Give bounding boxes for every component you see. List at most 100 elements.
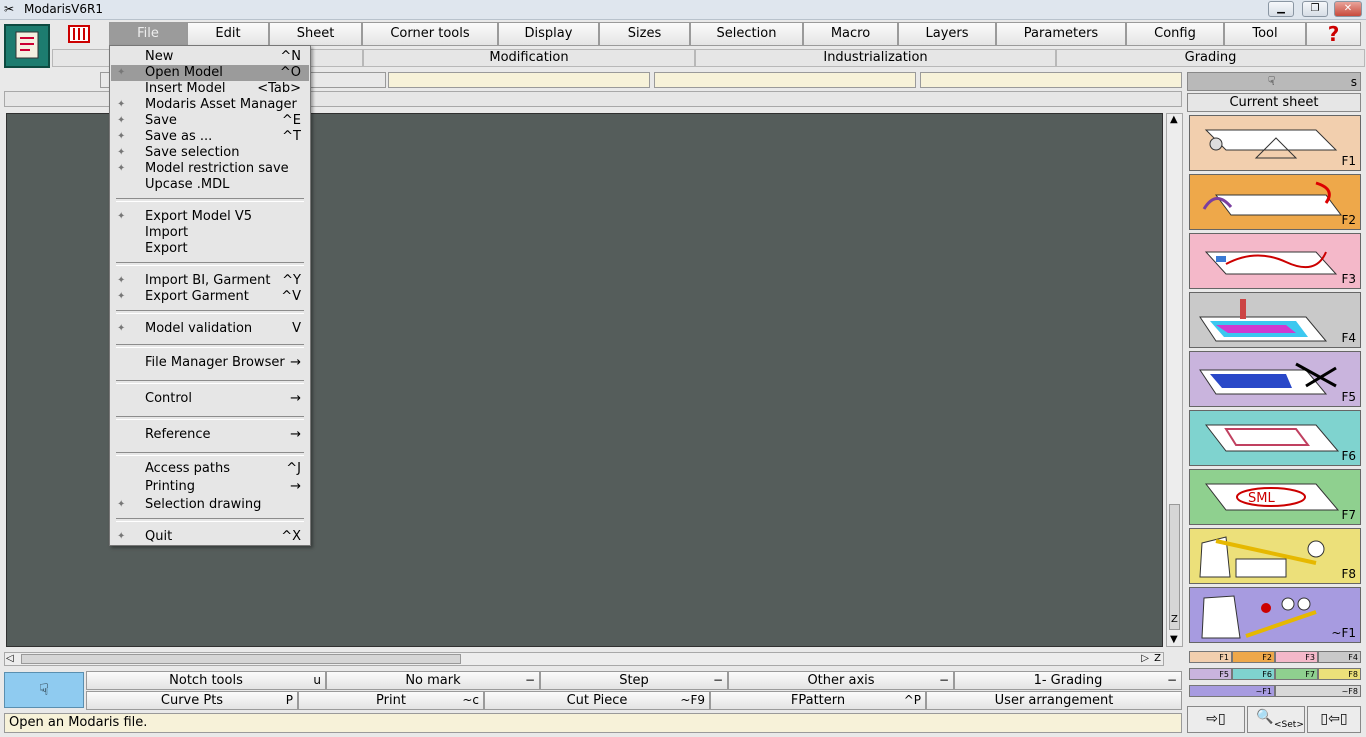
menu-config[interactable]: Config — [1126, 22, 1224, 46]
scroll-up-icon[interactable]: ▲ — [1170, 114, 1178, 125]
status-bar: Open an Modaris file. — [4, 713, 1182, 733]
mini-f6[interactable]: F6 — [1232, 668, 1275, 680]
step-button[interactable]: Step − — [540, 671, 728, 690]
menu-layers[interactable]: Layers — [898, 22, 996, 46]
tab-modification[interactable]: Modification — [363, 49, 695, 67]
menu-item-export-model-v5[interactable]: ✦ Export Model V5 — [111, 209, 309, 225]
menu-sheet[interactable]: Sheet — [269, 22, 362, 46]
modaris-logo — [4, 24, 50, 68]
notch-tools-button[interactable]: Notch tools u — [86, 671, 326, 690]
menu-item-quit[interactable]: ✦ Quit ^X — [111, 529, 309, 545]
other-axis-button[interactable]: Other axis − — [728, 671, 954, 690]
tile-f3[interactable]: F3 — [1189, 233, 1361, 289]
menu-item-import-bi-garment[interactable]: ✦ Import BI, Garment ^Y — [111, 273, 309, 289]
menu-edit[interactable]: Edit — [187, 22, 269, 46]
minimize-button[interactable]: ▁ — [1268, 1, 1294, 17]
title-bar: ✂ ModarisV6R1 ▁ ❐ ✕ — [0, 0, 1366, 20]
menu-item-file-manager-browser[interactable]: File Manager Browser → — [111, 355, 309, 371]
field-3[interactable] — [654, 72, 916, 88]
menu-parameters[interactable]: Parameters — [996, 22, 1126, 46]
menu-item-insert-model[interactable]: Insert Model <Tab> — [111, 81, 309, 97]
mini-f4[interactable]: F4 — [1318, 651, 1361, 663]
menu-tool[interactable]: Tool — [1224, 22, 1306, 46]
print-button[interactable]: Print ~c — [298, 691, 484, 710]
mini-tf1[interactable]: ~F1 — [1189, 685, 1275, 697]
tab-grading[interactable]: Grading — [1056, 49, 1365, 67]
scroll-right-icon[interactable]: ▷ — [1141, 653, 1149, 664]
mini-f2[interactable]: F2 — [1232, 651, 1275, 663]
mini-tf8[interactable]: ~F8 — [1275, 685, 1361, 697]
tile-f7[interactable]: SML F7 — [1189, 469, 1361, 525]
scroll-down-icon[interactable]: ▼ — [1170, 634, 1178, 645]
menu-separator — [116, 344, 304, 348]
close-button[interactable]: ✕ — [1334, 1, 1362, 17]
menu-item-export[interactable]: Export — [111, 241, 309, 257]
menu-separator — [116, 416, 304, 420]
menu-separator — [116, 262, 304, 266]
horizontal-scroll-thumb[interactable] — [21, 654, 461, 664]
vertical-scroll-thumb[interactable] — [1169, 504, 1180, 630]
tile-f6[interactable]: F6 — [1189, 410, 1361, 466]
pointer-tool-button[interactable]: ☟ — [4, 672, 84, 708]
horizontal-scrollbar[interactable]: ◁ ▷ Z — [4, 652, 1164, 666]
magnifier-icon: 🔍 — [1256, 709, 1274, 725]
menu-selection[interactable]: Selection — [690, 22, 803, 46]
grading-sml-icon: SML — [1204, 483, 1340, 511]
menu-item-restriction-save[interactable]: ✦ Model restriction save — [111, 161, 309, 177]
restore-button[interactable]: ❐ — [1302, 1, 1328, 17]
move-right-icon[interactable]: ▯⇦▯ — [1307, 706, 1361, 733]
menu-item-asset-manager[interactable]: ✦ Modaris Asset Manager — [111, 97, 309, 113]
file-menu-dropdown: New ^N ✦ Open Model ^O Insert Model <Tab> ✦ M… — [109, 45, 311, 546]
menu-item-control[interactable]: Control → — [111, 391, 309, 407]
menu-file[interactable]: File — [109, 22, 187, 46]
no-mark-button[interactable]: No mark − — [326, 671, 540, 690]
mini-f5[interactable]: F5 — [1189, 668, 1232, 680]
cut-piece-button[interactable]: Cut Piece ~F9 — [484, 691, 710, 710]
tile-f8[interactable]: F8 — [1189, 528, 1361, 584]
mini-f3[interactable]: F3 — [1275, 651, 1318, 663]
zoom-set-button[interactable]: 🔍 <Set> — [1247, 706, 1305, 733]
menu-item-printing[interactable]: Printing → — [111, 479, 309, 495]
menu-item-new[interactable]: New ^N — [111, 49, 309, 65]
svg-text:SML: SML — [1248, 491, 1275, 506]
tile-f2[interactable]: F2 — [1189, 174, 1361, 230]
user-arrangement-button[interactable]: User arrangement — [926, 691, 1182, 710]
tile-f4[interactable]: F4 — [1189, 292, 1361, 348]
menu-item-selection-drawing[interactable]: ✦ Selection drawing — [111, 497, 309, 513]
library-icon[interactable] — [68, 24, 90, 44]
menu-sizes[interactable]: Sizes — [599, 22, 690, 46]
grading-mode-button[interactable]: 1- Grading − — [954, 671, 1182, 690]
right-panel-header[interactable]: ☟ s — [1187, 72, 1361, 91]
curve-pts-button[interactable]: Curve Pts P — [86, 691, 298, 710]
menu-separator — [116, 310, 304, 314]
move-left-icon[interactable]: ⇨▯ — [1187, 706, 1245, 733]
tile-f9[interactable]: ~F1 — [1189, 587, 1361, 643]
tile-f5[interactable]: F5 — [1189, 351, 1361, 407]
help-icon[interactable]: ? — [1306, 22, 1361, 46]
menu-item-import[interactable]: Import — [111, 225, 309, 241]
menu-item-open-model[interactable]: ✦ Open Model ^O — [111, 65, 309, 81]
menu-item-model-validation[interactable]: ✦ Model validation V — [111, 321, 309, 337]
menu-item-save-selection[interactable]: ✦ Save selection — [111, 145, 309, 161]
menu-item-upcase-mdl[interactable]: Upcase .MDL — [111, 177, 309, 193]
menu-item-save-as[interactable]: ✦ Save as ... ^T — [111, 129, 309, 145]
menu-corner-tools[interactable]: Corner tools — [362, 22, 498, 46]
menu-macro[interactable]: Macro — [803, 22, 898, 46]
field-4[interactable] — [920, 72, 1182, 88]
tile-f1[interactable]: F1 — [1189, 115, 1361, 171]
current-sheet-button[interactable]: Current sheet — [1187, 93, 1361, 112]
vertical-scrollbar[interactable]: ▲ Z ▼ — [1166, 113, 1183, 647]
menu-item-export-garment[interactable]: ✦ Export Garment ^V — [111, 289, 309, 305]
fpattern-button[interactable]: FPattern ^P — [710, 691, 926, 710]
mini-f1[interactable]: F1 — [1189, 651, 1232, 663]
menu-separator — [116, 518, 304, 522]
menu-item-save[interactable]: ✦ Save ^E — [111, 113, 309, 129]
mini-f7[interactable]: F7 — [1275, 668, 1318, 680]
menu-display[interactable]: Display — [498, 22, 599, 46]
scroll-left-icon[interactable]: ◁ — [6, 653, 14, 664]
field-2[interactable] — [388, 72, 650, 88]
mini-f8[interactable]: F8 — [1318, 668, 1361, 680]
menu-item-reference[interactable]: Reference → — [111, 427, 309, 443]
menu-item-access-paths[interactable]: Access paths ^J — [111, 461, 309, 477]
tab-industrialization[interactable]: Industrialization — [695, 49, 1056, 67]
